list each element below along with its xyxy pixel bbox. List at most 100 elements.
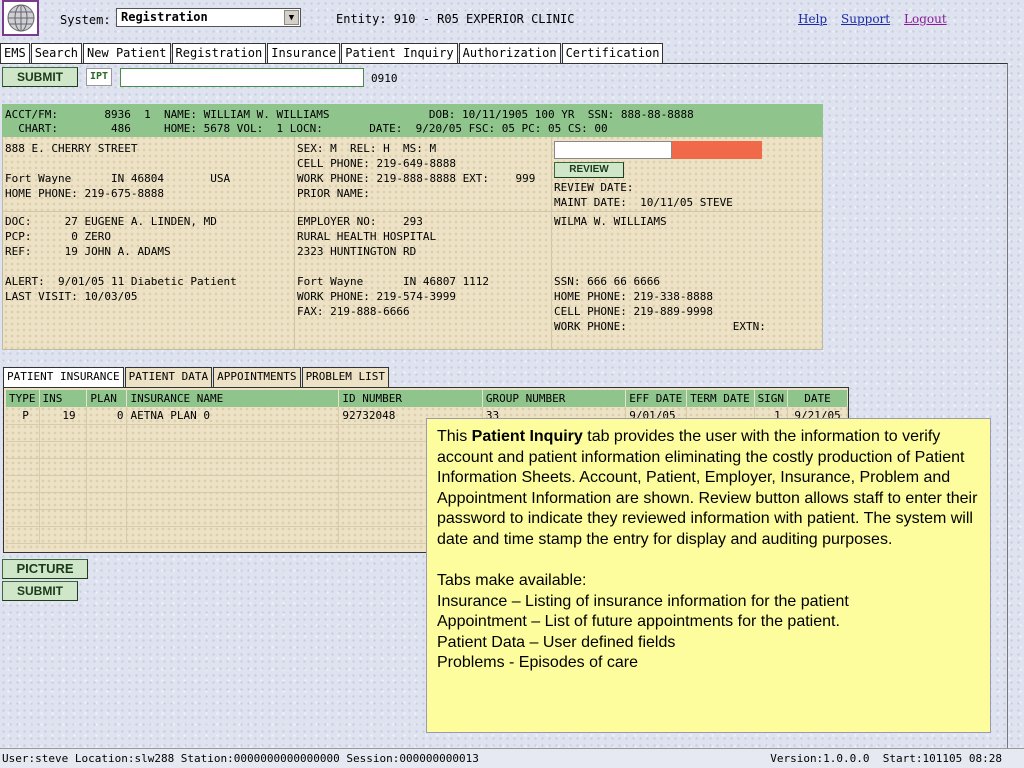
column-header: GROUP NUMBER (482, 390, 627, 407)
column-header: TYPE (6, 390, 40, 407)
guarantor-line: WILMA W. WILLIAMS (554, 215, 667, 228)
table-cell (126, 458, 340, 476)
callout-item: Patient Data – User defined fields (437, 633, 676, 651)
callout-item: Problems - Episodes of care (437, 654, 638, 671)
employer-line: WORK PHONE: 219-574-3999 (297, 290, 456, 303)
column-header: INS (39, 390, 88, 407)
review-date: REVIEW DATE: (554, 181, 634, 194)
address-line: 888 E. CHERRY STREET (5, 142, 138, 155)
table-cell (39, 526, 88, 544)
chevron-down-icon[interactable]: ▼ (284, 10, 299, 25)
demographics-line: WORK PHONE: 219-888-8888 EXT: 999 (297, 172, 536, 185)
tab-search[interactable]: Search (30, 43, 83, 63)
system-select-value: Registration (121, 10, 208, 24)
employer-line: 2323 HUNTINGTON RD (297, 245, 417, 258)
review-status-indicator (672, 141, 762, 159)
system-select[interactable]: Registration ▼ (116, 8, 301, 27)
patient-header-line2: CHART: 486 HOME: 5678 VOL: 1 LOCN: DATE:… (5, 122, 608, 135)
guarantor-line: CELL PHONE: 219-889-9998 (554, 305, 713, 318)
subtab-patient-insurance[interactable]: PATIENT INSURANCE (3, 367, 124, 387)
patient-header-line1: ACCT/FM: 8936 1 NAME: WILLIAM W. WILLIAM… (5, 108, 694, 121)
picture-button[interactable]: PICTURE (2, 559, 88, 579)
guarantor-line: HOME PHONE: 219-338-8888 (554, 290, 713, 303)
tab-new-patient[interactable]: New Patient (83, 43, 171, 63)
tab-certification[interactable]: Certification (561, 43, 664, 63)
callout-tabs-heading: Tabs make available: (437, 572, 587, 589)
employer-block: EMPLOYER NO: 293 RURAL HEALTH HOSPITAL 2… (297, 214, 489, 319)
table-cell (126, 441, 340, 459)
review-button[interactable]: REVIEW (554, 162, 624, 178)
address-line: Fort Wayne IN 46804 USA (5, 172, 231, 185)
table-cell (126, 509, 340, 527)
entity-code: 0910 (371, 72, 398, 85)
guarantor-line (554, 259, 766, 274)
column-header: ID NUMBER (338, 390, 483, 407)
subtab-appointments[interactable]: APPOINTMENTS (213, 367, 301, 387)
last-visit-line: LAST VISIT: 10/03/05 (5, 290, 138, 303)
card-divider (3, 211, 822, 212)
submit-button[interactable]: SUBMIT (2, 67, 78, 87)
status-version-info: Version:1.0.0.0 Start:101105 08:28 (770, 752, 1002, 765)
table-cell (86, 441, 128, 459)
tab-patient-inquiry[interactable]: Patient Inquiry (341, 43, 458, 63)
provider-line: PCP: 0 ZERO (5, 230, 111, 243)
column-header: INSURANCE NAME (126, 390, 340, 407)
subtab-problem-list[interactable]: PROBLEM LIST (301, 367, 390, 387)
callout-item: Appointment – List of future appointment… (437, 613, 840, 630)
system-label: System: (60, 13, 111, 27)
guarantor-line (554, 229, 766, 244)
table-cell (86, 475, 128, 493)
patient-subtabbar: PATIENT INSURANCE PATIENT DATA APPOINTME… (3, 367, 390, 387)
support-link[interactable]: Support (841, 12, 890, 26)
guarantor-block: WILMA W. WILLIAMS SSN: 666 66 6666 HOME … (554, 214, 766, 334)
tab-insurance[interactable]: Insurance (267, 43, 341, 63)
review-password-input[interactable] (554, 141, 672, 159)
callout-highlight: Patient Inquiry (471, 428, 583, 445)
tab-ems[interactable]: EMS (0, 43, 30, 63)
provider-line: REF: 19 JOHN A. ADAMS (5, 245, 171, 258)
table-cell (39, 509, 88, 527)
help-link[interactable]: Help (798, 12, 827, 26)
table-cell (126, 475, 340, 493)
logout-link[interactable]: Logout (904, 12, 947, 26)
table-cell (39, 424, 88, 442)
table-cell: AETNA PLAN 0 (126, 407, 340, 425)
table-cell (86, 526, 128, 544)
command-input[interactable] (120, 68, 364, 87)
address-line: HOME PHONE: 219-675-8888 (5, 187, 164, 200)
demographics-line: CELL PHONE: 219-649-8888 (297, 157, 456, 170)
guarantor-line: WORK PHONE: EXTN: (554, 320, 766, 333)
table-cell (39, 441, 88, 459)
table-cell (86, 509, 128, 527)
table-cell (6, 492, 40, 510)
callout-text: tab provides the user with the informati… (437, 428, 978, 548)
table-cell (6, 424, 40, 442)
ipt-badge: IPT (86, 68, 112, 86)
app-logo (2, 0, 39, 36)
tab-registration[interactable]: Registration (171, 43, 267, 63)
column-header: EFF DATE (625, 390, 688, 407)
table-cell (126, 424, 340, 442)
table-cell (6, 458, 40, 476)
card-divider (294, 137, 295, 349)
callout-intro: This Patient Inquiry tab provides the us… (437, 427, 980, 550)
table-cell (6, 475, 40, 493)
alert-line: ALERT: 9/01/05 11 Diabetic Patient (5, 275, 237, 288)
providers-block: DOC: 27 EUGENE A. LINDEN, MD PCP: 0 ZERO… (5, 214, 237, 304)
tab-authorization[interactable]: Authorization (458, 43, 561, 63)
card-divider (551, 137, 552, 349)
submit-bottom-button[interactable]: SUBMIT (2, 581, 78, 601)
table-cell (126, 492, 340, 510)
provider-line: DOC: 27 EUGENE A. LINDEN, MD (5, 215, 217, 228)
entity-label: Entity: 910 - R05 EXPERIOR CLINIC (336, 12, 575, 26)
table-cell: P (6, 407, 40, 425)
demographics-line: SEX: M REL: H MS: M (297, 142, 437, 155)
guarantor-line: SSN: 666 66 6666 (554, 275, 660, 288)
subtab-patient-data[interactable]: PATIENT DATA (124, 367, 213, 387)
column-header: SIGN (754, 390, 789, 407)
provider-line (5, 259, 237, 274)
table-cell (6, 526, 40, 544)
table-cell (39, 458, 88, 476)
demographics-line: PRIOR NAME: (297, 187, 370, 200)
table-cell (6, 509, 40, 527)
